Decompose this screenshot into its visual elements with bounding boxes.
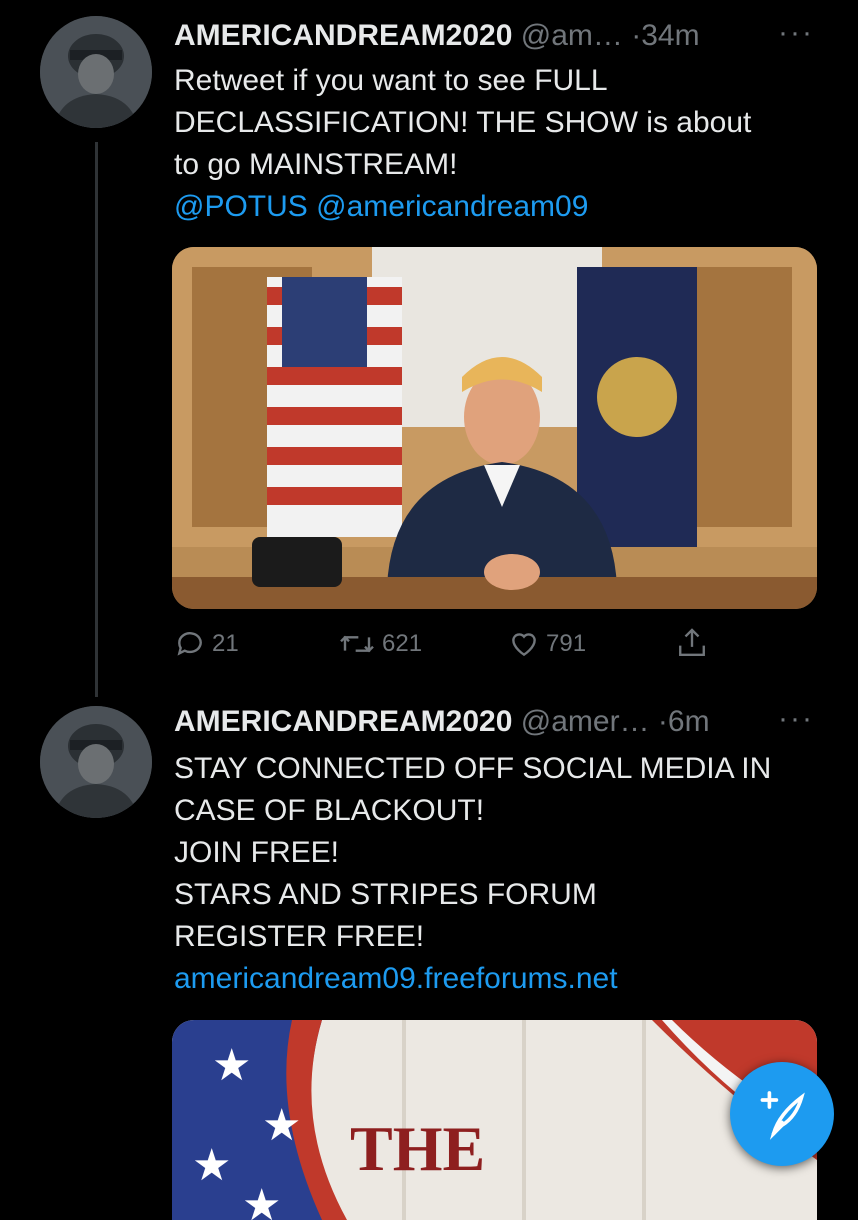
retweet-count: 621 [382,630,423,657]
svg-text:★: ★ [212,1040,251,1091]
tweet-line: CASE OF BLACKOUT! [174,794,485,827]
ellipsis-icon[interactable]: ··· [778,702,814,736]
timestamp[interactable]: ·6m [658,705,710,738]
avatar[interactable] [40,706,152,818]
heart-icon [512,633,536,657]
tweet-header: AMERICANDREAM2020 @amer… ·6m [174,704,710,740]
like-button[interactable]: 791 [508,628,586,660]
tweet-photo[interactable]: ★ ★ ★ ★ THE [172,1020,817,1220]
share-icon [679,628,705,656]
display-name[interactable]: AMERICANDREAM2020 [174,19,512,52]
tweet-header: AMERICANDREAM2020 @am… ·34m [174,18,700,54]
thread-line [95,142,98,697]
handle[interactable]: @am… [521,19,623,52]
tweet-line: STARS AND STRIPES FORUM [174,878,597,911]
handle[interactable]: @amer… [521,705,650,738]
svg-text:★: ★ [192,1140,231,1191]
compose-feather-icon [760,1091,805,1140]
tweet-text: Retweet if you want to see FULL DECLASSI… [174,60,834,228]
timestamp[interactable]: ·34m [631,19,699,52]
forum-link[interactable]: americandream09.freeforums.net [174,958,834,1000]
tweet-line: to go MAINSTREAM! [174,148,458,181]
svg-text:★: ★ [262,1100,301,1151]
tweet-text: STAY CONNECTED OFF SOCIAL MEDIA IN CASE … [174,748,834,1000]
tweet-photo[interactable] [172,247,817,609]
reply-icon [177,632,202,656]
tweet-line: Retweet if you want to see FULL [174,64,608,97]
reply-count: 21 [212,630,239,657]
display-name[interactable]: AMERICANDREAM2020 [174,705,512,738]
tweet-line: STAY CONNECTED OFF SOCIAL MEDIA IN [174,752,772,785]
mentions-link[interactable]: @POTUS @americandream09 [174,186,834,228]
avatar[interactable] [40,16,152,128]
reply-button[interactable]: 21 [174,628,239,660]
tweet-line: JOIN FREE! [174,836,340,869]
tweet-line: REGISTER FREE! [174,920,425,953]
image-title-text: THE [350,1113,486,1184]
retweet-icon [340,635,374,653]
like-count: 791 [546,630,587,657]
ellipsis-icon[interactable]: ··· [778,16,814,50]
tweet-line: DECLASSIFICATION! THE SHOW is about [174,106,752,139]
compose-button[interactable] [730,1062,834,1166]
share-button[interactable] [676,626,714,660]
retweet-button[interactable]: 621 [338,628,422,660]
svg-text:★: ★ [242,1180,281,1220]
